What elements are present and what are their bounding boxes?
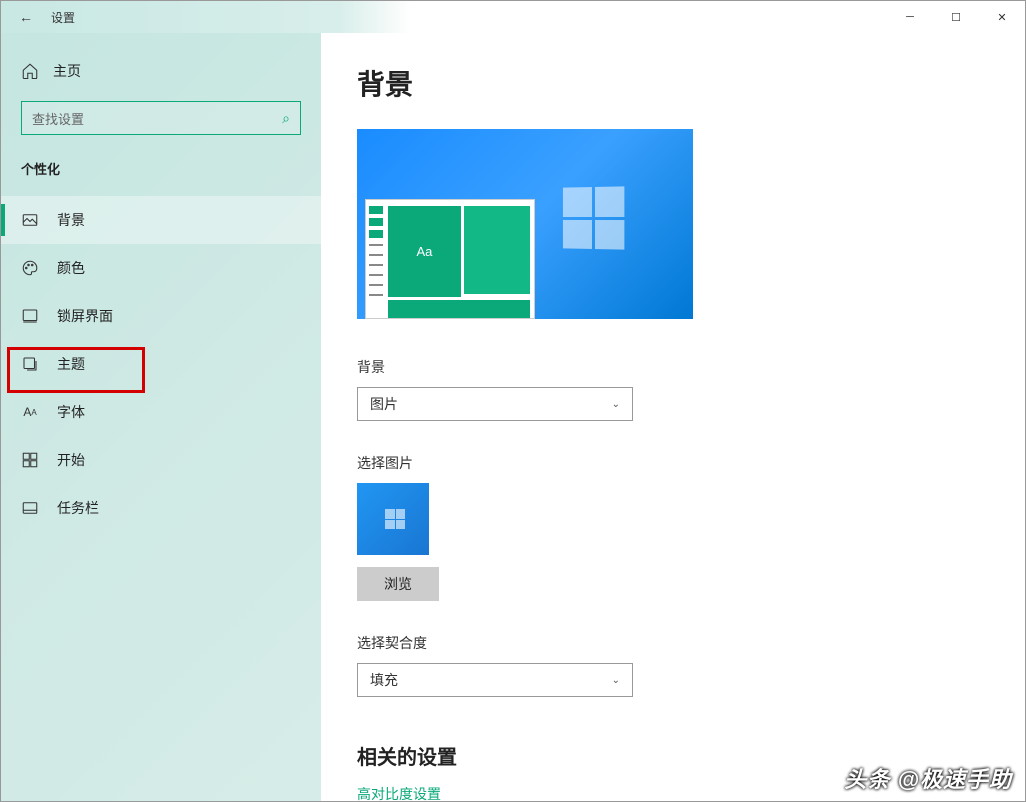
themes-icon — [21, 355, 39, 373]
dropdown-value: 图片 — [370, 394, 612, 414]
browse-button[interactable]: 浏览 — [357, 567, 439, 601]
dropdown-value: 填充 — [370, 670, 612, 690]
chevron-down-icon: ⌄ — [612, 399, 620, 410]
main-content: 背景 Aa 背景 图片 — [321, 33, 1025, 801]
section-title: 个性化 — [1, 159, 321, 196]
home-icon — [21, 62, 39, 80]
sidebar-item-lockscreen[interactable]: 锁屏界面 — [1, 292, 321, 340]
sidebar-item-label: 锁屏界面 — [57, 306, 113, 326]
windows-logo-icon — [563, 186, 624, 249]
chevron-down-icon: ⌄ — [612, 675, 620, 686]
taskbar-icon — [21, 499, 39, 517]
sidebar-item-fonts[interactable]: AA 字体 — [1, 388, 321, 436]
search-placeholder: 查找设置 — [32, 109, 282, 128]
window-controls: ─ ☐ ✕ — [887, 1, 1025, 33]
home-link[interactable]: 主页 — [1, 61, 321, 101]
preview-window: Aa — [365, 199, 535, 319]
page-title: 背景 — [357, 63, 1025, 103]
sidebar-item-label: 开始 — [57, 450, 85, 470]
sidebar-item-themes[interactable]: 主题 — [1, 340, 321, 388]
start-icon — [21, 451, 39, 469]
titlebar: ← 设置 ─ ☐ ✕ — [1, 1, 1025, 33]
background-label: 背景 — [357, 357, 1025, 377]
sidebar-item-label: 背景 — [57, 210, 85, 230]
preview-sample-text: Aa — [388, 206, 461, 297]
sidebar-item-colors[interactable]: 颜色 — [1, 244, 321, 292]
choose-picture-label: 选择图片 — [357, 453, 1025, 473]
picture-thumbnail[interactable] — [357, 483, 429, 555]
image-icon — [21, 211, 39, 229]
minimize-button[interactable]: ─ — [887, 1, 933, 33]
window-title: 设置 — [51, 9, 75, 26]
sidebar-item-label: 主题 — [57, 354, 85, 374]
sidebar-item-label: 任务栏 — [57, 498, 99, 518]
search-icon: ⌕ — [282, 110, 290, 127]
sidebar-item-label: 颜色 — [57, 258, 85, 278]
maximize-button[interactable]: ☐ — [933, 1, 979, 33]
search-input[interactable]: 查找设置 ⌕ — [21, 101, 301, 135]
sidebar: 主页 查找设置 ⌕ 个性化 背景 颜色 — [1, 33, 321, 801]
sidebar-item-background[interactable]: 背景 — [1, 196, 321, 244]
home-label: 主页 — [53, 61, 81, 81]
desktop-preview: Aa — [357, 129, 693, 319]
fit-label: 选择契合度 — [357, 633, 1025, 653]
background-dropdown[interactable]: 图片 ⌄ — [357, 387, 633, 421]
fit-dropdown[interactable]: 填充 ⌄ — [357, 663, 633, 697]
back-button[interactable]: ← — [19, 9, 33, 25]
sidebar-item-start[interactable]: 开始 — [1, 436, 321, 484]
settings-window: ← 设置 ─ ☐ ✕ 主页 查找设置 ⌕ 个性化 — [0, 0, 1026, 802]
sidebar-item-taskbar[interactable]: 任务栏 — [1, 484, 321, 532]
sidebar-item-label: 字体 — [57, 402, 85, 422]
close-button[interactable]: ✕ — [979, 1, 1025, 33]
fonts-icon: AA — [21, 403, 39, 421]
palette-icon — [21, 259, 39, 277]
watermark: 头条 @极速手助 — [844, 762, 1012, 794]
lockscreen-icon — [21, 307, 39, 325]
